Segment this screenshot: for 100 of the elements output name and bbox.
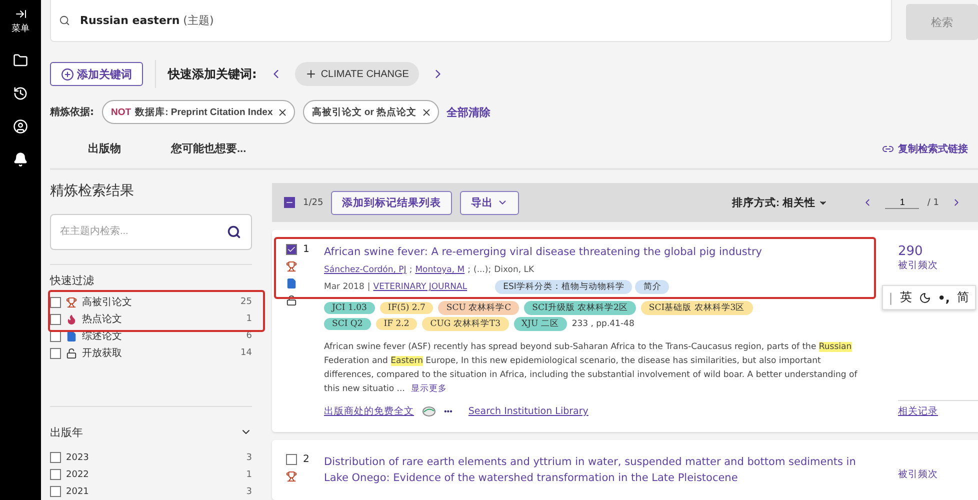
clear-all-link[interactable]: 全部清除 (446, 104, 491, 120)
page-field[interactable]: 1 (885, 196, 920, 209)
abstract-text: African swine fever (ASF) recently has spread beyond sub-Saharan Africa to the Trans-Caucasus region, parts of the Russian Federation and Eastern Europe, In this new epidemiological scenario, the disease has similarities, but also important differences, compared to the situation in Africa, including the substantial involvement of wild boar. A better understanding of this new situatio ... 显示更多 (324, 341, 858, 396)
plus-icon (304, 68, 317, 80)
trophy-icon (286, 261, 297, 272)
copy-query-link[interactable]: 复制检索式链接 (882, 142, 968, 156)
metric-tag: XJU 二区 (514, 317, 567, 331)
citation-count[interactable]: 290 (898, 244, 978, 259)
metric-tag: SCI Q2 (324, 318, 371, 330)
trophy-icon (66, 296, 77, 308)
script-mode[interactable]: 简 (957, 289, 969, 306)
free-full-text-link[interactable]: 出版商处的免费全文 (324, 405, 414, 418)
year-count: 1 (246, 470, 252, 480)
year-label: 2021 (66, 486, 89, 497)
document-icon (66, 330, 77, 342)
record-title[interactable]: Distribution of rare earth elements and yttrium in water, suspended matter and bottom sediments in Lake Onego: Evidence of the watershed transformation in the Late Pleistocene (324, 454, 872, 486)
separator-text: Dixon, LK (494, 265, 534, 275)
year-count: 3 (246, 486, 252, 497)
add-to-marked-list-button[interactable]: 添加到标记结果列表 (331, 190, 452, 214)
filter-count: 1 (246, 314, 252, 324)
history-icon[interactable] (13, 86, 28, 101)
search-field[interactable]: Russian eastern (主题) (50, 0, 892, 42)
search-icon (59, 15, 70, 26)
globe-icon (422, 406, 436, 417)
trophy-icon (286, 471, 297, 482)
menu-button[interactable]: 菜单 (12, 8, 30, 35)
export-button[interactable]: 导出 (460, 190, 520, 214)
checkbox[interactable] (50, 296, 61, 308)
library-link[interactable]: Search Institution Library (468, 406, 588, 417)
citation-label: 被引频次 (898, 468, 939, 481)
folder-icon[interactable] (13, 53, 28, 68)
filter-label: 开放获取 (82, 346, 122, 360)
language-mode[interactable]: 英 (900, 289, 912, 306)
citation-label: 被引频次 (898, 259, 939, 272)
close-icon (420, 106, 432, 118)
checkbox[interactable] (50, 486, 61, 498)
journal-link[interactable]: VETERINARY JOURNAL (373, 282, 468, 292)
padlock-icon (286, 295, 297, 306)
sort-dropdown[interactable]: 排序方式: 相关性 (726, 194, 834, 210)
show-more-link[interactable]: 显示更多 (410, 384, 447, 394)
search-icon[interactable] (227, 224, 241, 239)
metric-tag: SCU 农林科学C (438, 301, 520, 315)
page-total: / 1 (927, 198, 939, 208)
refine-label: 精炼依据: (50, 106, 94, 119)
bell-icon[interactable] (13, 152, 28, 167)
punctuation-mode[interactable]: •, (938, 290, 950, 304)
year-label: 2022 (66, 470, 89, 480)
checkbox[interactable] (286, 244, 297, 255)
separator-text: | (367, 282, 370, 292)
cursor-mark: | (888, 290, 893, 304)
quick-add-label: 快速添加关键词: (168, 66, 257, 82)
category-badge: ESI学科分类：植物与动物科学 (495, 280, 632, 294)
related-records-link[interactable]: 相关记录 (898, 400, 978, 418)
metric-tag: IF 2.2 (376, 318, 418, 330)
tab[interactable]: 出版物 (88, 132, 121, 166)
year-count: 3 (246, 452, 252, 463)
more-button[interactable]: ••• (444, 407, 452, 416)
search-term-highlight: Eastern (390, 356, 423, 366)
plus-circle-icon (61, 68, 74, 80)
checkbox[interactable] (50, 452, 61, 464)
section-title: 出版年 (50, 424, 83, 440)
section-title: 快速过滤 (50, 272, 94, 288)
record-number: 2 (303, 454, 310, 465)
filter-label: 高被引论文 (82, 296, 132, 310)
author-link[interactable]: Montoya, M (415, 265, 465, 275)
metric-tag: IF(5) 2.7 (380, 302, 434, 314)
checkbox[interactable] (50, 469, 61, 480)
separator-text: ; (468, 265, 470, 275)
link-icon (882, 143, 894, 155)
checkbox[interactable] (50, 348, 61, 359)
moon-icon[interactable] (918, 292, 931, 304)
keyword-suggestion-chip[interactable]: CLIMATE CHANGE (294, 62, 419, 86)
selected-count: 1/25 (303, 198, 324, 208)
record-title[interactable]: African swine fever: A re-emerging viral disease threatening the global pig industry (324, 244, 872, 260)
checkbox[interactable] (50, 314, 61, 325)
close-icon (276, 106, 288, 118)
topic-search-field[interactable]: 在主题内检索... (58, 225, 198, 238)
topic-search-box[interactable]: 在主题内检索... (50, 214, 252, 250)
year-label: 2023 (66, 452, 89, 463)
volume-pages: 233 , pp.41-48 (572, 319, 634, 329)
separator-text: (...); (474, 265, 492, 275)
select-all-checkbox[interactable] (284, 197, 295, 208)
metric-tag: SCI基础版 农林科学3区 (640, 301, 753, 315)
filter-chip[interactable]: 高被引论文 or 热点论文 (302, 100, 439, 124)
search-term-highlight: Russian (818, 342, 852, 352)
add-keyword-button[interactable]: 添加关键词 (50, 62, 143, 86)
document-icon (286, 278, 297, 289)
author-link[interactable]: Sánchez-Cordón, PJ (324, 265, 406, 275)
metric-tag: SCI升级版 农林科学2区 (524, 301, 636, 315)
category-badge: 简介 (635, 280, 670, 294)
filter-label: 热点论文 (82, 312, 122, 326)
user-icon[interactable] (13, 119, 28, 134)
tab[interactable]: 您可能也想要... (171, 132, 246, 166)
checkbox[interactable] (286, 454, 297, 465)
metric-tag: CUG 农林科学T3 (422, 317, 508, 331)
check-icon (287, 245, 296, 254)
filter-chip[interactable]: NOT 数据库: Preprint Citation Index (102, 100, 295, 124)
flame-icon (66, 314, 77, 325)
metric-tag: JCI 1.03 (324, 302, 375, 314)
record-number: 1 (303, 244, 310, 255)
